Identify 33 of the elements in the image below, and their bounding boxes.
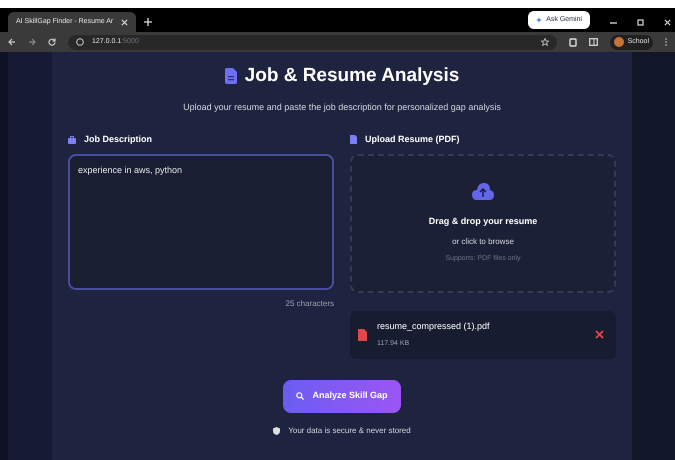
- field-label: Job Description: [84, 133, 152, 146]
- browse-text: or click to browse: [452, 236, 514, 248]
- drop-zone-title: Drag & drop your resume: [428, 214, 538, 228]
- star-icon[interactable]: [540, 38, 549, 46]
- extension-icon[interactable]: [568, 38, 577, 46]
- close-icon[interactable]: [664, 19, 671, 26]
- restore-icon[interactable]: [637, 19, 644, 26]
- job-description-field[interactable]: experience in aws, python: [68, 154, 334, 290]
- page-subtitle: Upload your resume and paste the job description for personalized gap analysis: [183, 100, 501, 114]
- briefcase-icon: [68, 136, 76, 144]
- privacy-note: Your data is secure & never stored: [288, 424, 411, 436]
- shield-icon: [273, 426, 280, 434]
- character-count: 25 characters: [286, 298, 334, 310]
- field-label: Upload Resume (PDF): [365, 133, 460, 146]
- file-name: resume_compressed (1).pdf: [377, 320, 491, 333]
- document-icon: [224, 68, 237, 84]
- back-icon[interactable]: [8, 38, 16, 46]
- file-icon: [350, 135, 357, 144]
- analyze-button[interactable]: Analyze Skill Gap: [283, 380, 401, 412]
- new-tab-icon[interactable]: [144, 18, 152, 26]
- minimize-icon[interactable]: [610, 22, 617, 24]
- search-icon: [296, 392, 304, 400]
- forward-icon[interactable]: [28, 38, 36, 46]
- site-info-icon: [76, 38, 84, 46]
- side-panel-icon[interactable]: [588, 38, 598, 46]
- page-title: Job & Resume Analysis: [244, 64, 460, 88]
- pdf-file-icon: [358, 328, 367, 340]
- remove-icon[interactable]: [595, 330, 604, 339]
- avatar-icon: [614, 37, 624, 47]
- reload-icon[interactable]: [48, 38, 56, 46]
- close-icon[interactable]: [121, 18, 128, 26]
- cloud-upload-icon: [472, 182, 494, 200]
- sparkle-icon: [536, 17, 542, 23]
